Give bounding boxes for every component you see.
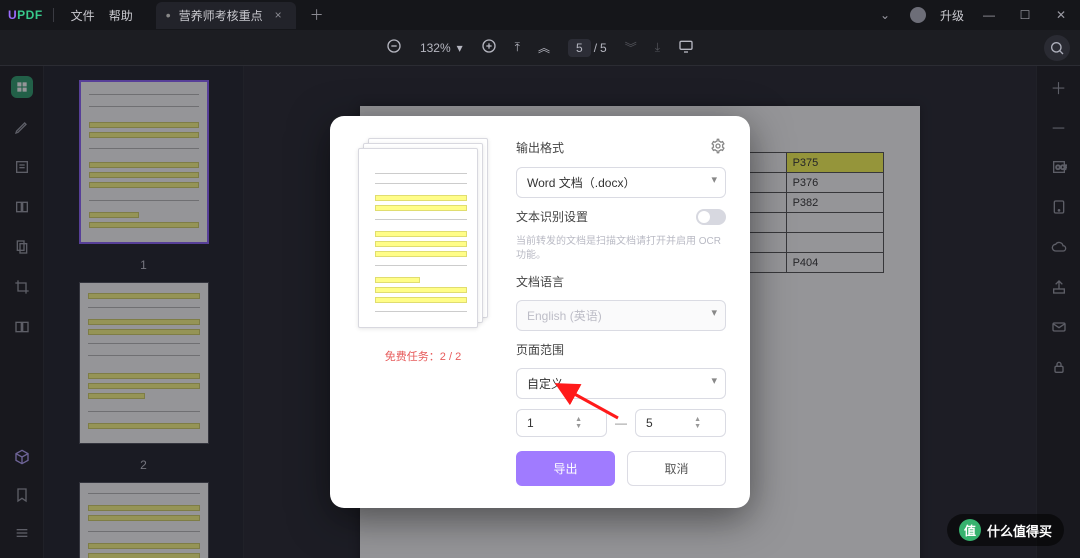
- tab-add-icon[interactable]: ＋: [306, 5, 328, 25]
- tab-modified-icon: •: [166, 7, 171, 23]
- page-indicator[interactable]: 5 / 5: [568, 39, 607, 57]
- first-page-icon[interactable]: ⤒: [515, 40, 520, 55]
- prev-page-icon[interactable]: ︽: [538, 39, 550, 56]
- range-dash: —: [615, 416, 627, 430]
- modal-overlay: 免费任务：2 / 2 输出格式 Word 文档（.docx） 文本识别设置: [0, 66, 1080, 558]
- range-select[interactable]: 自定义: [516, 368, 726, 399]
- view-toolbar: 132% ▾ ⤒ ︽ 5 / 5 ︾ ⤓: [0, 30, 1080, 66]
- workspace: 1 2: [0, 66, 1080, 558]
- upgrade-link[interactable]: 升级: [940, 7, 964, 24]
- range-to-input[interactable]: 5 ▲▼: [635, 409, 726, 437]
- format-label: 输出格式: [516, 139, 564, 156]
- search-icon[interactable]: [1044, 35, 1070, 61]
- watermark-badge: 值 什么值得买: [947, 514, 1064, 546]
- language-label: 文档语言: [516, 273, 726, 290]
- language-select[interactable]: English (英语): [516, 300, 726, 331]
- menu-help[interactable]: 帮助: [109, 7, 133, 24]
- zoom-out-icon[interactable]: [386, 38, 402, 57]
- quota-text: 免费任务：2 / 2: [385, 348, 461, 364]
- ocr-toggle[interactable]: [696, 209, 726, 225]
- window-maximize-icon[interactable]: ☐: [1014, 8, 1036, 22]
- menu-file[interactable]: 文件: [71, 7, 95, 24]
- document-tab[interactable]: • 营养师考核重点 ×: [156, 2, 296, 29]
- avatar[interactable]: [910, 7, 926, 23]
- preview-stack: [358, 138, 488, 338]
- ocr-label: 文本识别设置: [516, 208, 588, 225]
- window-minimize-icon[interactable]: —: [978, 8, 1000, 22]
- zoom-level[interactable]: 132%: [420, 41, 451, 55]
- present-icon[interactable]: [678, 38, 694, 57]
- watermark-icon: 值: [959, 519, 981, 541]
- cancel-button[interactable]: 取消: [627, 451, 726, 486]
- tab-close-icon[interactable]: ×: [271, 8, 286, 22]
- window-close-icon[interactable]: ✕: [1050, 8, 1072, 22]
- range-from-input[interactable]: 1 ▲▼: [516, 409, 607, 437]
- gear-icon[interactable]: [710, 138, 726, 157]
- app-logo: UPDF: [8, 8, 43, 22]
- zoom-dropdown-icon[interactable]: ▾: [457, 41, 463, 55]
- range-label: 页面范围: [516, 341, 726, 358]
- chevron-down-icon[interactable]: ⌄: [874, 8, 896, 22]
- tab-title: 营养师考核重点: [179, 7, 263, 24]
- titlebar: UPDF 文件 帮助 • 营养师考核重点 × ＋ ⌄ 升级 — ☐ ✕: [0, 0, 1080, 30]
- export-button[interactable]: 导出: [516, 451, 615, 486]
- export-dialog: 免费任务：2 / 2 输出格式 Word 文档（.docx） 文本识别设置: [330, 116, 750, 508]
- zoom-in-icon[interactable]: [481, 38, 497, 57]
- format-select[interactable]: Word 文档（.docx）: [516, 167, 726, 198]
- next-page-icon[interactable]: ︾: [625, 39, 637, 56]
- last-page-icon[interactable]: ⤓: [655, 40, 660, 55]
- ocr-hint: 当前转发的文档是扫描文档请打开并启用 OCR 功能。: [516, 235, 726, 263]
- watermark-text: 什么值得买: [987, 521, 1052, 540]
